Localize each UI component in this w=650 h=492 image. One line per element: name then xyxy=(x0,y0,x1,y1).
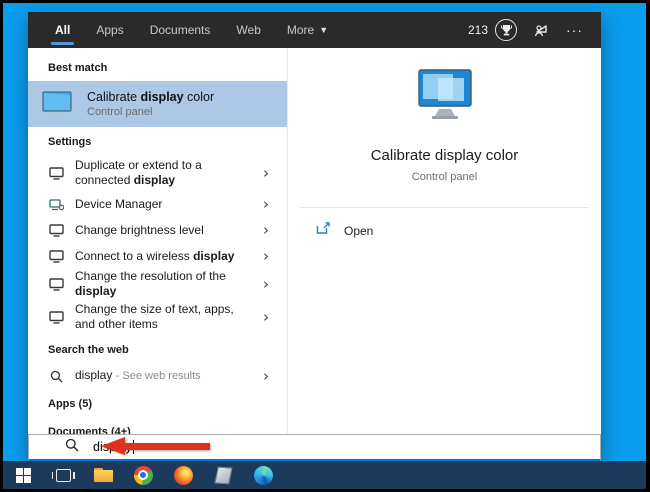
settings-item-duplicate-extend[interactable]: Duplicate or extend to a connected displ… xyxy=(28,155,287,191)
best-match-header: Best match xyxy=(48,62,108,74)
more-options-button[interactable]: ··· xyxy=(566,22,583,38)
tab-apps[interactable]: Apps xyxy=(83,12,136,48)
chrome-icon xyxy=(133,465,153,485)
settings-item-text-size[interactable]: Change the size of text, apps, and other… xyxy=(28,299,287,335)
results-list: Best match Calibrate display color Contr xyxy=(28,48,287,438)
settings-item-resolution[interactable]: Change the resolution of the display › xyxy=(28,269,287,299)
rewards-points: 213 xyxy=(467,23,488,37)
annotation-arrow xyxy=(101,437,211,455)
notepad-icon xyxy=(213,465,233,485)
screenshot-frame: All Apps Documents Web More ▼ 213 ··· Be… xyxy=(0,0,650,492)
arrow-tail xyxy=(124,442,210,450)
chrome-button[interactable] xyxy=(123,461,163,489)
web-search-item[interactable]: display - See web results › xyxy=(28,363,287,389)
file-explorer-button[interactable] xyxy=(83,461,123,489)
monitor-icon xyxy=(48,310,64,324)
open-label: Open xyxy=(344,224,374,238)
chevron-right-icon: › xyxy=(263,247,269,265)
notepad-button[interactable] xyxy=(203,461,243,489)
rewards-counter[interactable]: 213 xyxy=(468,19,517,41)
preview-panel: Calibrate display color Control panel Op… xyxy=(287,48,601,434)
search-icon xyxy=(65,438,79,457)
chevron-right-icon: › xyxy=(263,275,269,293)
best-match-item[interactable]: Calibrate display color Control panel xyxy=(28,81,287,127)
settings-item-device-manager[interactable]: Device Manager › xyxy=(28,191,287,217)
chevron-right-icon: › xyxy=(263,221,269,239)
taskbar xyxy=(3,461,646,489)
settings-item-brightness[interactable]: Change brightness level › xyxy=(28,217,287,243)
search-tabs: All Apps Documents Web More ▼ xyxy=(28,12,341,48)
tab-documents[interactable]: Documents xyxy=(137,12,224,48)
settings-item-wireless-display[interactable]: Connect to a wireless display › xyxy=(28,243,287,269)
file-explorer-icon xyxy=(93,468,113,482)
start-search-panel: All Apps Documents Web More ▼ 213 ··· Be… xyxy=(28,12,601,461)
search-header: All Apps Documents Web More ▼ 213 ··· xyxy=(28,12,601,48)
open-icon xyxy=(316,222,331,240)
tab-more[interactable]: More ▼ xyxy=(274,12,341,48)
monitor-icon xyxy=(48,277,64,291)
start-button[interactable] xyxy=(3,461,43,489)
apps-section-header[interactable]: Apps (5) xyxy=(28,389,287,417)
tab-web[interactable]: Web xyxy=(223,12,273,48)
tab-all[interactable]: All xyxy=(42,12,83,48)
display-monitor-large-icon xyxy=(412,68,478,127)
arrow-head xyxy=(101,437,125,455)
best-match-title: Calibrate display color xyxy=(87,90,215,104)
chevron-right-icon: › xyxy=(263,367,269,385)
chevron-right-icon: › xyxy=(263,308,269,326)
preview-subtitle: Control panel xyxy=(411,171,478,183)
firefox-icon xyxy=(173,465,193,485)
chevron-down-icon: ▼ xyxy=(319,25,329,35)
search-web-header: Search the web xyxy=(48,344,129,356)
desktop-background: All Apps Documents Web More ▼ 213 ··· Be… xyxy=(3,3,646,489)
edge-button[interactable] xyxy=(243,461,283,489)
monitor-icon xyxy=(48,166,64,180)
task-view-icon xyxy=(51,468,75,482)
see-web-results-label: - See web results xyxy=(115,370,201,382)
preview-title: Calibrate display color xyxy=(370,147,519,164)
trophy-icon xyxy=(495,19,517,41)
device-manager-icon xyxy=(48,198,64,211)
monitor-icon xyxy=(48,249,64,263)
monitor-icon xyxy=(48,223,64,237)
settings-header: Settings xyxy=(48,136,92,148)
task-view-button[interactable] xyxy=(43,461,83,489)
edge-icon xyxy=(253,465,273,485)
best-match-subtitle: Control panel xyxy=(87,106,153,118)
display-monitor-icon xyxy=(40,90,74,118)
chevron-right-icon: › xyxy=(263,164,269,182)
chevron-right-icon: › xyxy=(263,195,269,213)
windows-logo-icon xyxy=(15,467,31,483)
firefox-button[interactable] xyxy=(163,461,203,489)
feedback-icon[interactable] xyxy=(533,22,550,38)
tab-more-label: More xyxy=(286,23,315,37)
search-icon xyxy=(48,370,64,383)
open-action[interactable]: Open xyxy=(288,208,601,240)
